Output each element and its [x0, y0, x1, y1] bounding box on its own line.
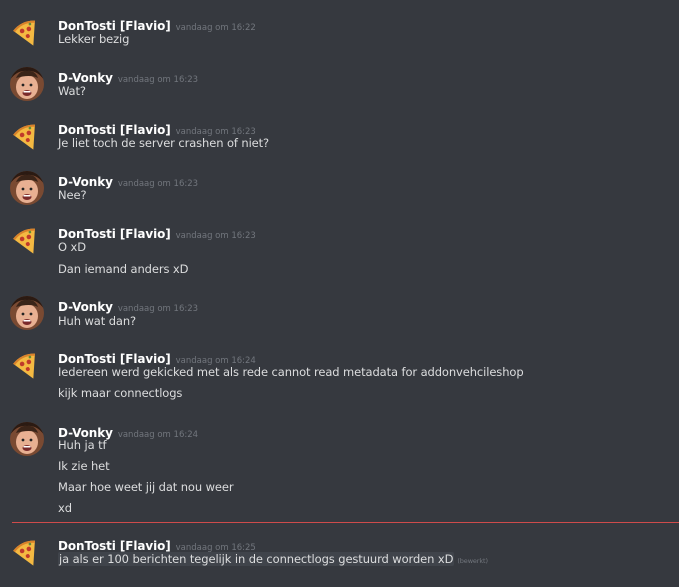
message-text: Iedereen werd gekicked met als rede cann… — [58, 365, 524, 379]
face-avatar[interactable] — [10, 171, 44, 205]
face-avatar[interactable] — [10, 422, 44, 456]
message-text: Nee? — [58, 188, 87, 202]
message-header: D-Vonky vandaag om 16:24 — [58, 422, 199, 440]
username[interactable]: D-Vonky — [58, 300, 113, 314]
message-text: Maar hoe weet jij dat nou weer — [58, 480, 234, 494]
pizza-icon[interactable] — [10, 119, 44, 153]
message-text: Lekker bezig — [58, 32, 130, 46]
message-text: kijk maar connectlogs — [58, 386, 183, 400]
pizza-icon[interactable] — [10, 223, 44, 257]
message-text: O xD — [58, 240, 86, 254]
pizza-icon[interactable] — [10, 15, 44, 49]
pizza-icon[interactable] — [10, 535, 44, 569]
message-text: Huh wat dan? — [58, 314, 137, 328]
timestamp: vandaag om 16:23 — [175, 231, 256, 241]
pizza-icon[interactable] — [10, 348, 44, 382]
face-avatar[interactable] — [10, 296, 44, 330]
message-text: Wat? — [58, 84, 86, 98]
message-header: DonTosti [Flavio] vandaag om 16:25 — [58, 535, 256, 553]
timestamp: vandaag om 16:22 — [175, 23, 256, 33]
new-messages-divider — [12, 522, 679, 523]
timestamp: vandaag om 16:24 — [117, 430, 199, 440]
message-text: Je liet toch de server crashen of niet? — [58, 136, 270, 150]
face-avatar[interactable] — [10, 67, 44, 101]
timestamp: vandaag om 16:23 — [117, 179, 199, 189]
message-text: Huh ja tf — [58, 438, 107, 452]
message-header: DonTosti [Flavio] vandaag om 16:24 — [58, 348, 256, 366]
message-highlight: ja als er 100 berichten tegelijk in de c… — [58, 552, 455, 566]
message-text: Dan iemand anders xD — [58, 262, 189, 276]
message-text: ja als er 100 berichten tegelijk in de c… — [58, 551, 488, 569]
message-text: xd — [58, 501, 72, 515]
message-header: DonTosti [Flavio] vandaag om 16:23 — [58, 119, 256, 137]
message-header: DonTosti [Flavio] vandaag om 16:23 — [58, 223, 256, 241]
message-text: Ik zie het — [58, 459, 110, 473]
message-header: D-Vonky vandaag om 16:23 — [58, 296, 198, 314]
message-header: D-Vonky vandaag om 16:23 — [58, 67, 199, 85]
edited-label: (bewerkt) — [457, 557, 488, 565]
message-header: DonTosti [Flavio] vandaag om 16:22 — [58, 15, 256, 33]
message-header: D-Vonky vandaag om 16:23 — [58, 171, 199, 189]
timestamp: vandaag om 16:23 — [117, 75, 199, 85]
